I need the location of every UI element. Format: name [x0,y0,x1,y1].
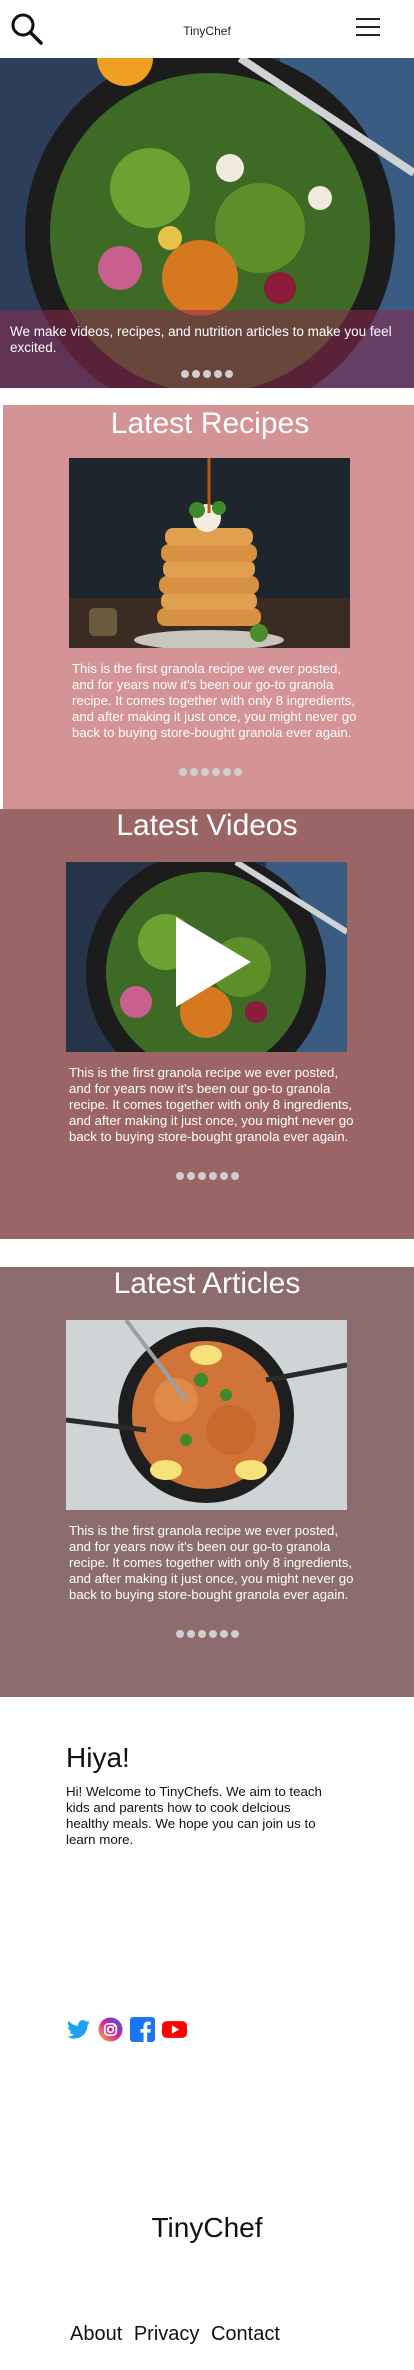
welcome-text: Hi! Welcome to TinyChefs. We aim to teac… [66,1784,322,1847]
article-card-image[interactable] [66,1320,347,1510]
header: TinyChef [0,0,414,58]
carousel-dot[interactable] [208,1630,217,1638]
footer-links: About Privacy Contact [70,2323,286,2346]
carousel-dot[interactable] [222,768,231,776]
carousel-dot[interactable] [219,1630,228,1638]
video-description: This is the first granola recipe we ever… [69,1065,354,1144]
carousel-dot[interactable] [233,768,242,776]
latest-videos-section: Latest Videos This is the first granola … [0,809,414,1239]
section-title: Latest Videos [116,809,298,842]
section-title: Latest Articles [113,1267,301,1300]
salad-video-thumbnail [66,862,347,1052]
footer-brand[interactable]: TinyChef [0,2212,414,2244]
instagram-icon[interactable] [98,2017,123,2042]
carousel-dot[interactable] [175,1630,184,1638]
article-description: This is the first granola recipe we ever… [69,1523,354,1602]
hero-carousel: We make videos, recipes, and nutrition a… [0,58,414,388]
carousel-dot[interactable] [230,1172,239,1180]
section-title: Latest Recipes [110,407,310,440]
recipes-carousel-dots[interactable] [3,768,414,776]
carousel-dot[interactable] [211,768,220,776]
carousel-dot[interactable] [225,370,233,378]
social-links [66,2017,187,2042]
carousel-dot[interactable] [192,370,200,378]
carousel-dot[interactable] [197,1630,206,1638]
carousel-dot[interactable] [189,768,198,776]
hero-carousel-dots[interactable] [0,370,414,378]
paella-image [66,1320,347,1510]
videos-carousel-dots[interactable] [0,1172,414,1180]
pancakes-image [69,458,350,648]
carousel-dot[interactable] [200,768,209,776]
carousel-dot[interactable] [219,1172,228,1180]
carousel-dot[interactable] [181,370,189,378]
latest-recipes-section: Latest Recipes This is the first granola… [0,405,414,809]
articles-carousel-dots[interactable] [0,1630,414,1638]
recipe-card-image[interactable] [69,458,350,648]
carousel-dot[interactable] [230,1630,239,1638]
carousel-dot[interactable] [214,370,222,378]
footer-link-privacy[interactable]: Privacy [134,2323,200,2345]
carousel-dot[interactable] [197,1172,206,1180]
welcome-block: Hiya! Hi! Welcome to TinyChefs. We aim t… [66,1742,326,1848]
carousel-dot[interactable] [178,768,187,776]
facebook-icon[interactable] [130,2017,155,2042]
carousel-dot[interactable] [208,1172,217,1180]
carousel-dot[interactable] [186,1630,195,1638]
twitter-icon[interactable] [66,2017,91,2042]
footer-link-about[interactable]: About [70,2323,122,2345]
recipe-description: This is the first granola recipe we ever… [72,661,357,740]
latest-articles-section: Latest Articles This is the first granol… [0,1267,414,1697]
carousel-dot[interactable] [175,1172,184,1180]
carousel-dot[interactable] [186,1172,195,1180]
carousel-dot[interactable] [203,370,211,378]
site-title[interactable]: TinyChef [0,24,414,38]
footer-link-contact[interactable]: Contact [211,2323,280,2345]
video-player[interactable] [66,862,347,1052]
youtube-icon[interactable] [162,2017,187,2042]
hamburger-menu-icon[interactable] [356,18,380,38]
welcome-heading: Hiya! [66,1742,130,1773]
